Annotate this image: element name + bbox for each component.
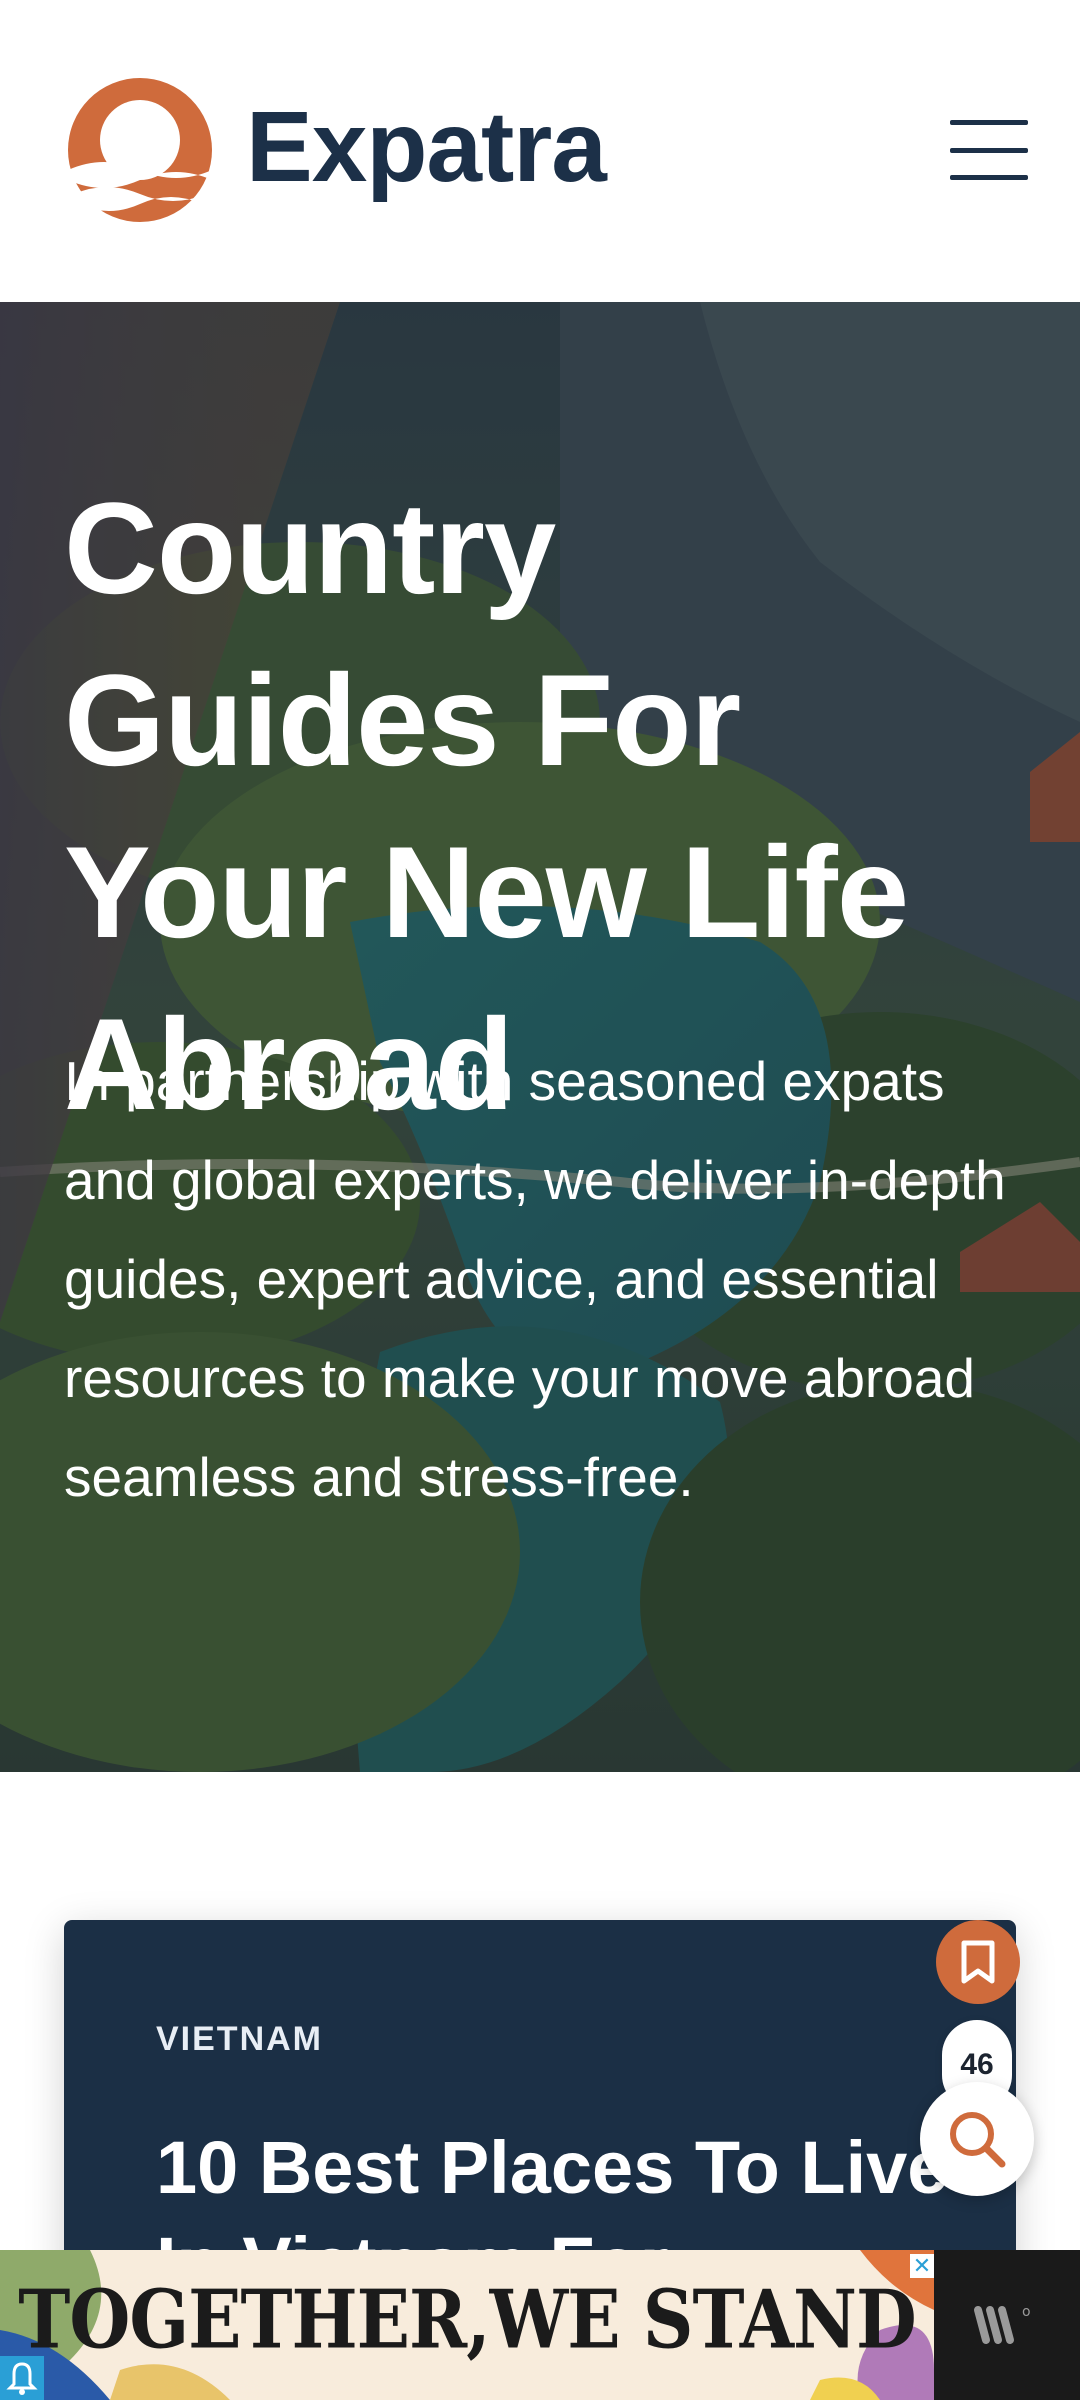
ad-info-icon[interactable]: [0, 2356, 44, 2400]
svg-text:o: o: [1022, 2304, 1031, 2320]
ad-close-icon[interactable]: ✕: [910, 2254, 934, 2278]
ad-banner[interactable]: TOGETHER,WE STAND ✕ o: [0, 2250, 1080, 2400]
hamburger-menu-icon[interactable]: [950, 120, 1028, 180]
expatra-logo-icon[interactable]: [64, 74, 216, 226]
search-button[interactable]: [920, 2082, 1034, 2196]
search-icon: [950, 2112, 1006, 2168]
brand-name[interactable]: Expatra: [246, 92, 607, 202]
ad-headline[interactable]: TOGETHER,WE STAND: [0, 2272, 934, 2367]
ad-creative[interactable]: TOGETHER,WE STAND ✕: [0, 2250, 934, 2400]
bookmark-button[interactable]: [936, 1920, 1020, 2004]
hero-description: In partnership with seasoned expats and …: [64, 1050, 1006, 1508]
hero-section: Country Guides For Your New Life Abroad …: [0, 302, 1080, 1772]
ad-brand-logo-icon[interactable]: o: [934, 2250, 1080, 2400]
card-category[interactable]: VIETNAM: [156, 2020, 323, 2059]
bookmark-icon: [961, 1940, 995, 1984]
site-header: Expatra: [0, 0, 1080, 302]
